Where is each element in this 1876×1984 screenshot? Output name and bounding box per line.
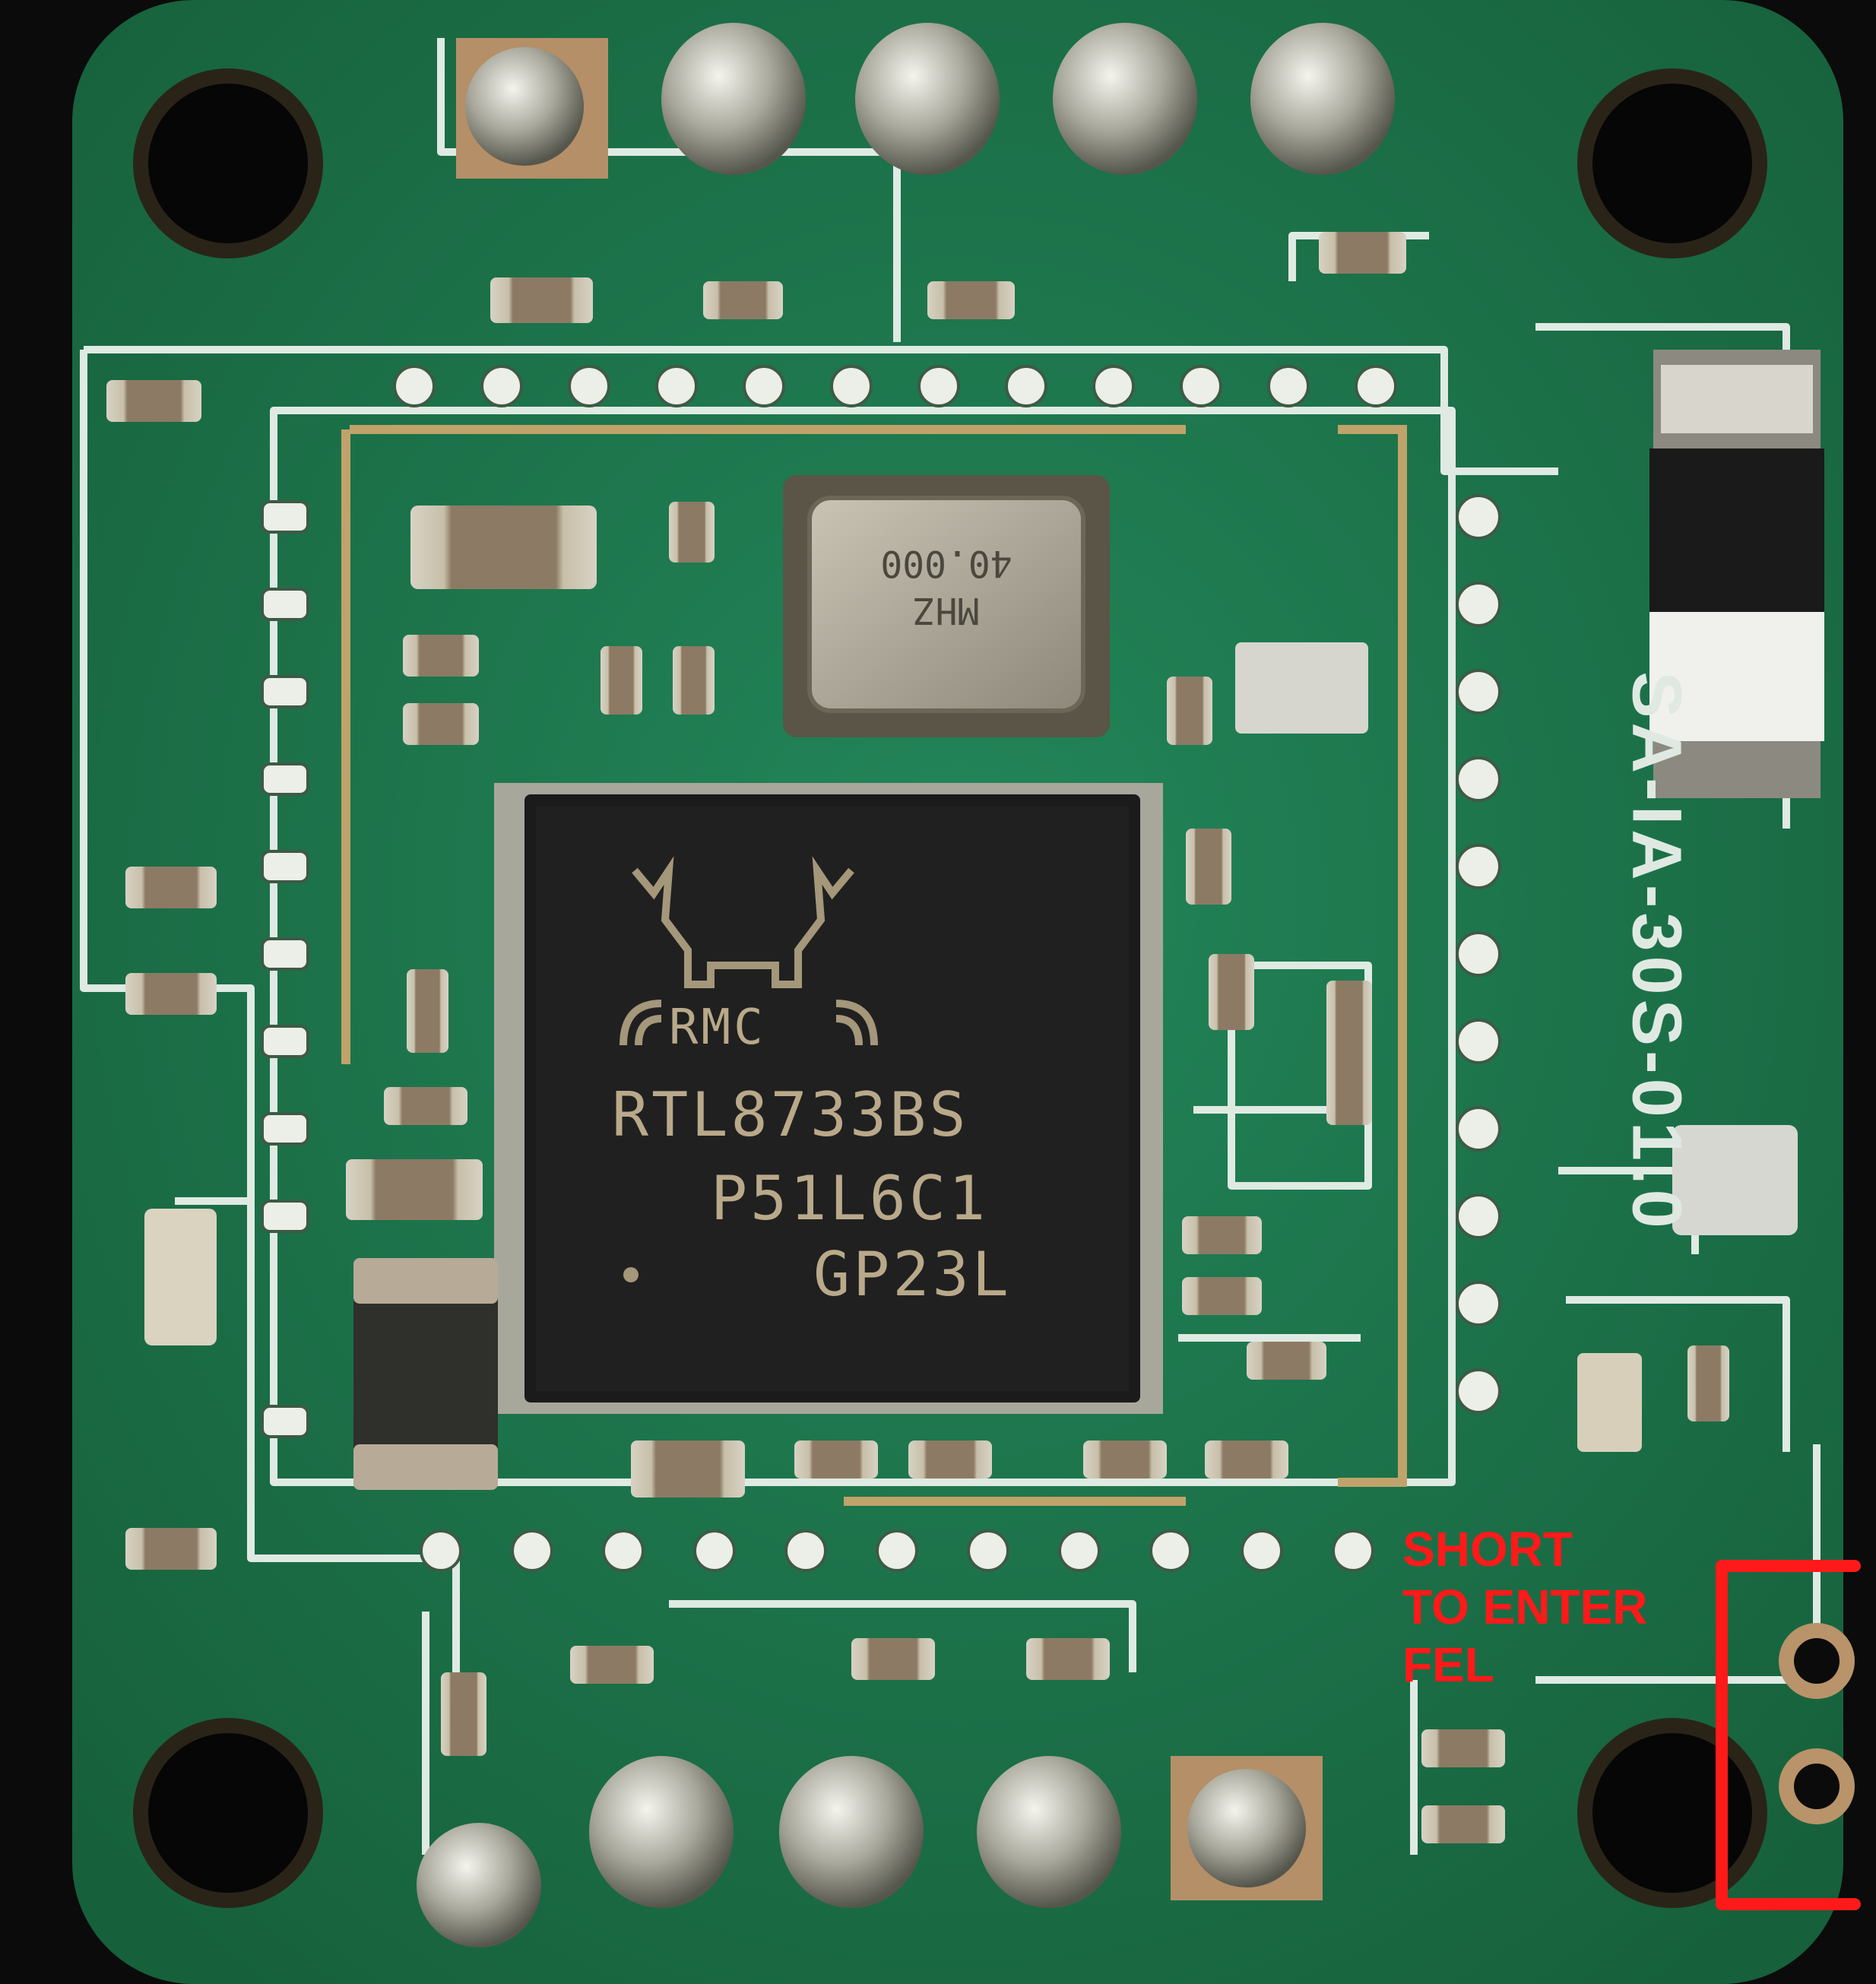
board-model-silkscreen: SA-IA-30S-01.0 [1618,671,1696,1233]
crystal-unit: MHZ [913,589,980,632]
annotation-line-2: TO ENTER [1402,1580,1648,1634]
chip-part-number: RTL8733BS [612,1079,969,1150]
chip-logo-text: RMC [669,1000,766,1056]
annotation-line-1: SHORT [1402,1522,1573,1577]
crystal-frequency: 40.000 [880,542,1012,585]
crystal-marking: MHZ 40.000 [855,540,1038,634]
chip-lot-code: P51L6C1 [711,1163,989,1234]
fel-annotation: SHORT TO ENTER FEL [1402,1520,1647,1694]
annotation-line-3: FEL [1402,1637,1494,1692]
chip-date-code: GP23L [813,1239,1012,1310]
inductor [353,1258,498,1490]
